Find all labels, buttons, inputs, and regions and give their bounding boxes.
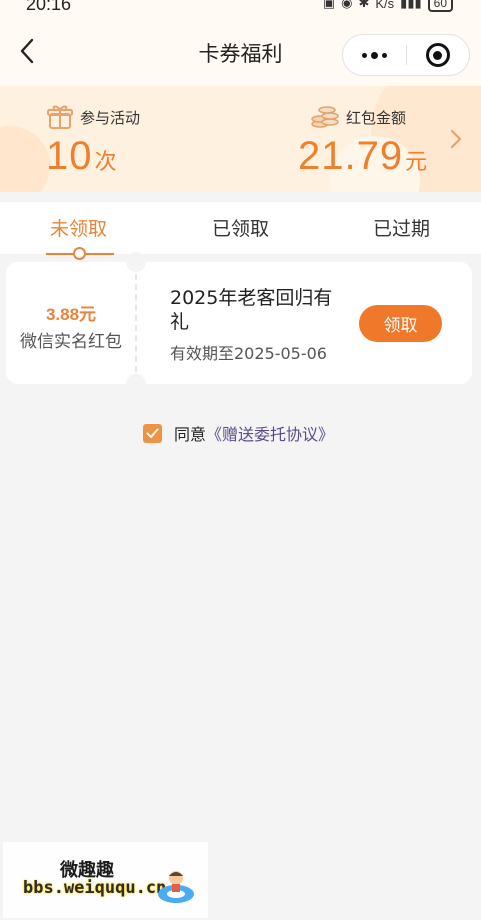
red-packet-stat: 红包金额 21.79 元 xyxy=(298,104,428,176)
coupon-type: 微信实名红包 xyxy=(20,332,122,352)
bluetooth-icon: ✱ xyxy=(358,0,370,10)
stats-banner: 参与活动 10 次 红包金额 21.79 元 xyxy=(0,86,481,192)
active-tab-indicator xyxy=(46,246,114,260)
agreement-row: 同意《赠送委托协议》 xyxy=(143,421,334,445)
tab-unclaimed[interactable]: 未领取 xyxy=(50,214,107,241)
tab-claimed[interactable]: 已领取 xyxy=(212,214,269,241)
coupon-tabs: 未领取 已领取 已过期 xyxy=(0,202,481,260)
mute-icon: ◉ xyxy=(341,0,353,10)
coins-icon xyxy=(311,106,339,128)
more-dot-icon xyxy=(371,51,378,59)
status-bar: 20:16 ▣ ◉ ✱ K/s ▮▮▮ 60 xyxy=(0,0,481,14)
more-dot-icon xyxy=(362,52,367,58)
close-button[interactable] xyxy=(407,35,469,75)
coupon-title: 2025年老客回归有礼 xyxy=(170,287,333,333)
mascot-icon xyxy=(158,871,194,903)
status-icons: ▣ ◉ ✱ K/s ▮▮▮ 60 xyxy=(323,0,453,12)
nfc-icon: ▣ xyxy=(322,0,336,10)
red-packet-label: 红包金额 xyxy=(346,108,407,127)
participation-count: 10 xyxy=(46,134,93,178)
red-packet-amount: 21.79 xyxy=(298,134,404,178)
site-watermark: 微趣趣 bbs.weiququ.cn xyxy=(3,842,208,918)
red-packet-unit: 元 xyxy=(405,150,428,175)
watermark-url: bbs.weiququ.cn xyxy=(23,878,167,898)
gift-icon xyxy=(47,105,73,129)
more-dot-icon xyxy=(382,52,387,58)
agreement-link[interactable]: 《赠送委托协议》 xyxy=(206,425,334,444)
coupon-notch xyxy=(126,252,146,272)
check-icon xyxy=(146,428,159,438)
details-arrow-button[interactable] xyxy=(446,126,466,152)
coupon-value-section: 3.88元 微信实名红包 xyxy=(6,300,136,352)
battery-icon: 60 xyxy=(427,0,453,12)
coupon-notch xyxy=(126,374,146,394)
agreement-checkbox[interactable] xyxy=(143,423,162,443)
coupon-validity: 有效期至2025-05-06 xyxy=(170,344,327,363)
network-speed: K/s xyxy=(375,0,395,11)
status-time: 20:16 xyxy=(26,0,72,14)
tab-expired[interactable]: 已过期 xyxy=(373,214,430,241)
more-button[interactable] xyxy=(343,35,406,75)
participation-unit: 次 xyxy=(94,150,117,175)
agreement-prefix: 同意 xyxy=(174,425,207,444)
participation-stat: 参与活动 10 次 xyxy=(46,104,140,176)
coupon-card: 3.88元 微信实名红包 2025年老客回归有礼 有效期至2025-05-06 … xyxy=(6,252,472,394)
coupon-amount: 3.88元 xyxy=(45,305,97,324)
mini-program-capsule xyxy=(342,34,470,76)
agreement-text: 同意《赠送委托协议》 xyxy=(174,421,334,445)
participation-label: 参与活动 xyxy=(80,108,141,127)
nav-bar: 卡券福利 xyxy=(0,14,481,86)
chevron-right-icon xyxy=(450,129,462,149)
claim-button[interactable]: 领取 xyxy=(359,305,442,342)
target-close-icon xyxy=(425,43,450,67)
signal-icon: ▮▮▮ xyxy=(400,0,422,10)
